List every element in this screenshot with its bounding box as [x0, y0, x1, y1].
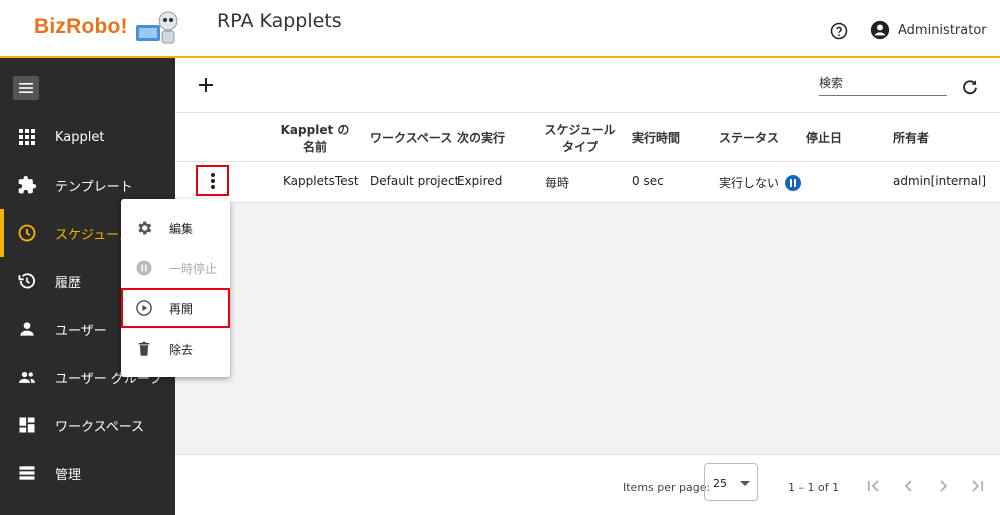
page-range-label: 1 – 1 of 1: [788, 481, 840, 494]
menu-item-label: 編集: [169, 221, 194, 236]
sidebar-item-label: テンプレート: [55, 179, 133, 195]
page-size-select[interactable]: 25: [704, 463, 758, 501]
menu-toggle-button[interactable]: [13, 76, 39, 100]
sidebar-item-admin[interactable]: 管理: [0, 449, 175, 497]
person-icon: [20, 322, 34, 336]
table-header: Kapplet の 名前 ワークスペース 次の実行 スケジュール タイプ 実行時…: [175, 113, 1000, 162]
more-vert-icon: [210, 172, 215, 189]
sidebar-item-label: Kapplet: [55, 129, 105, 145]
previous-page-icon[interactable]: [900, 477, 918, 495]
app-title: RPA Kapplets: [217, 10, 342, 32]
logo-text: BizRobo!: [34, 15, 128, 38]
menu-item-label: 一時停止: [169, 261, 218, 276]
sidebar-item-label: ユーザー: [55, 323, 107, 339]
dropdown-arrow-icon: [740, 481, 750, 486]
dashboard-icon: [19, 417, 35, 433]
pause-circle-icon: [136, 260, 152, 276]
col-header-next-run[interactable]: 次の実行: [457, 130, 505, 147]
play-circle-icon: [136, 300, 152, 316]
sidebar-item-label: 履歴: [55, 275, 82, 291]
row-actions-button[interactable]: [196, 165, 229, 196]
cell-name: KappletsTest: [283, 174, 359, 188]
refresh-icon[interactable]: [961, 78, 979, 96]
search-input[interactable]: [819, 72, 947, 90]
menu-item-label: 除去: [169, 342, 194, 357]
menu-item-edit[interactable]: 編集: [121, 208, 230, 248]
menu-item-remove[interactable]: 除去: [121, 329, 230, 369]
sidebar-item-label: 管理: [55, 467, 82, 483]
page-size-value: 25: [713, 477, 727, 490]
table-row[interactable]: KappletsTest Default project Expired 毎時 …: [175, 162, 1000, 203]
menu-item-pause[interactable]: 一時停止: [121, 248, 230, 288]
gear-icon: [138, 221, 152, 235]
user-menu[interactable]: Administrator: [870, 20, 987, 40]
next-page-icon[interactable]: [934, 477, 952, 495]
cell-owner: admin[internal]: [893, 174, 987, 188]
robot-logo-icon: [135, 11, 178, 44]
col-header-status[interactable]: ステータス: [719, 130, 779, 147]
col-header-stop-date[interactable]: 停止日: [806, 130, 842, 147]
paginator: Items per page: 25 1 – 1 of 1: [175, 454, 1000, 515]
col-header-exec-time[interactable]: 実行時間: [632, 130, 680, 147]
sidebar-item-workspaces[interactable]: ワークスペース: [0, 401, 175, 449]
cell-exec-time: 0 sec: [632, 174, 664, 188]
menu-item-label: 再開: [169, 301, 194, 316]
puzzle-icon: [18, 175, 37, 194]
cell-next-run: Expired: [457, 174, 503, 188]
clock-icon: [18, 224, 36, 242]
main-content: Kapplet の 名前 ワークスペース 次の実行 スケジュール タイプ 実行時…: [175, 58, 1000, 515]
col-header-owner[interactable]: 所有者: [893, 130, 929, 147]
pause-status-icon: [785, 174, 802, 191]
trash-icon: [138, 341, 150, 356]
bizrobo-logo[interactable]: BizRobo!: [34, 11, 180, 44]
toolbar: [175, 58, 1000, 113]
row-context-menu: 編集 一時停止 再開 除去: [121, 199, 230, 377]
search-field[interactable]: [819, 72, 947, 96]
status-text: 実行しない: [719, 176, 780, 190]
add-icon[interactable]: [197, 76, 215, 94]
history-icon: [18, 273, 35, 289]
first-page-icon[interactable]: [865, 477, 883, 495]
list-icon: [19, 466, 35, 480]
app-header: BizRobo! RPA Kapplets Administrator: [0, 0, 1000, 58]
col-header-schedule-type[interactable]: スケジュール タイプ: [540, 122, 620, 156]
menu-item-resume[interactable]: 再開: [121, 288, 230, 328]
sidebar-item-kapplet[interactable]: Kapplet: [0, 113, 175, 161]
hamburger-icon: [19, 83, 33, 93]
cell-status: 実行しない: [719, 174, 802, 192]
help-icon[interactable]: [830, 22, 848, 40]
items-per-page-label: Items per page:: [623, 481, 711, 494]
people-icon: [19, 371, 35, 383]
account-circle-icon: [870, 20, 890, 40]
user-name: Administrator: [898, 22, 987, 38]
cell-workspace: Default project: [370, 174, 460, 188]
grid-icon: [19, 129, 35, 145]
col-header-workspace[interactable]: ワークスペース: [370, 130, 452, 147]
schedule-table: Kapplet の 名前 ワークスペース 次の実行 スケジュール タイプ 実行時…: [175, 113, 1000, 203]
last-page-icon[interactable]: [968, 477, 986, 495]
col-header-name[interactable]: Kapplet の 名前: [275, 122, 355, 156]
cell-schedule-type: 毎時: [545, 176, 570, 190]
sidebar-item-label: ワークスペース: [55, 419, 145, 435]
